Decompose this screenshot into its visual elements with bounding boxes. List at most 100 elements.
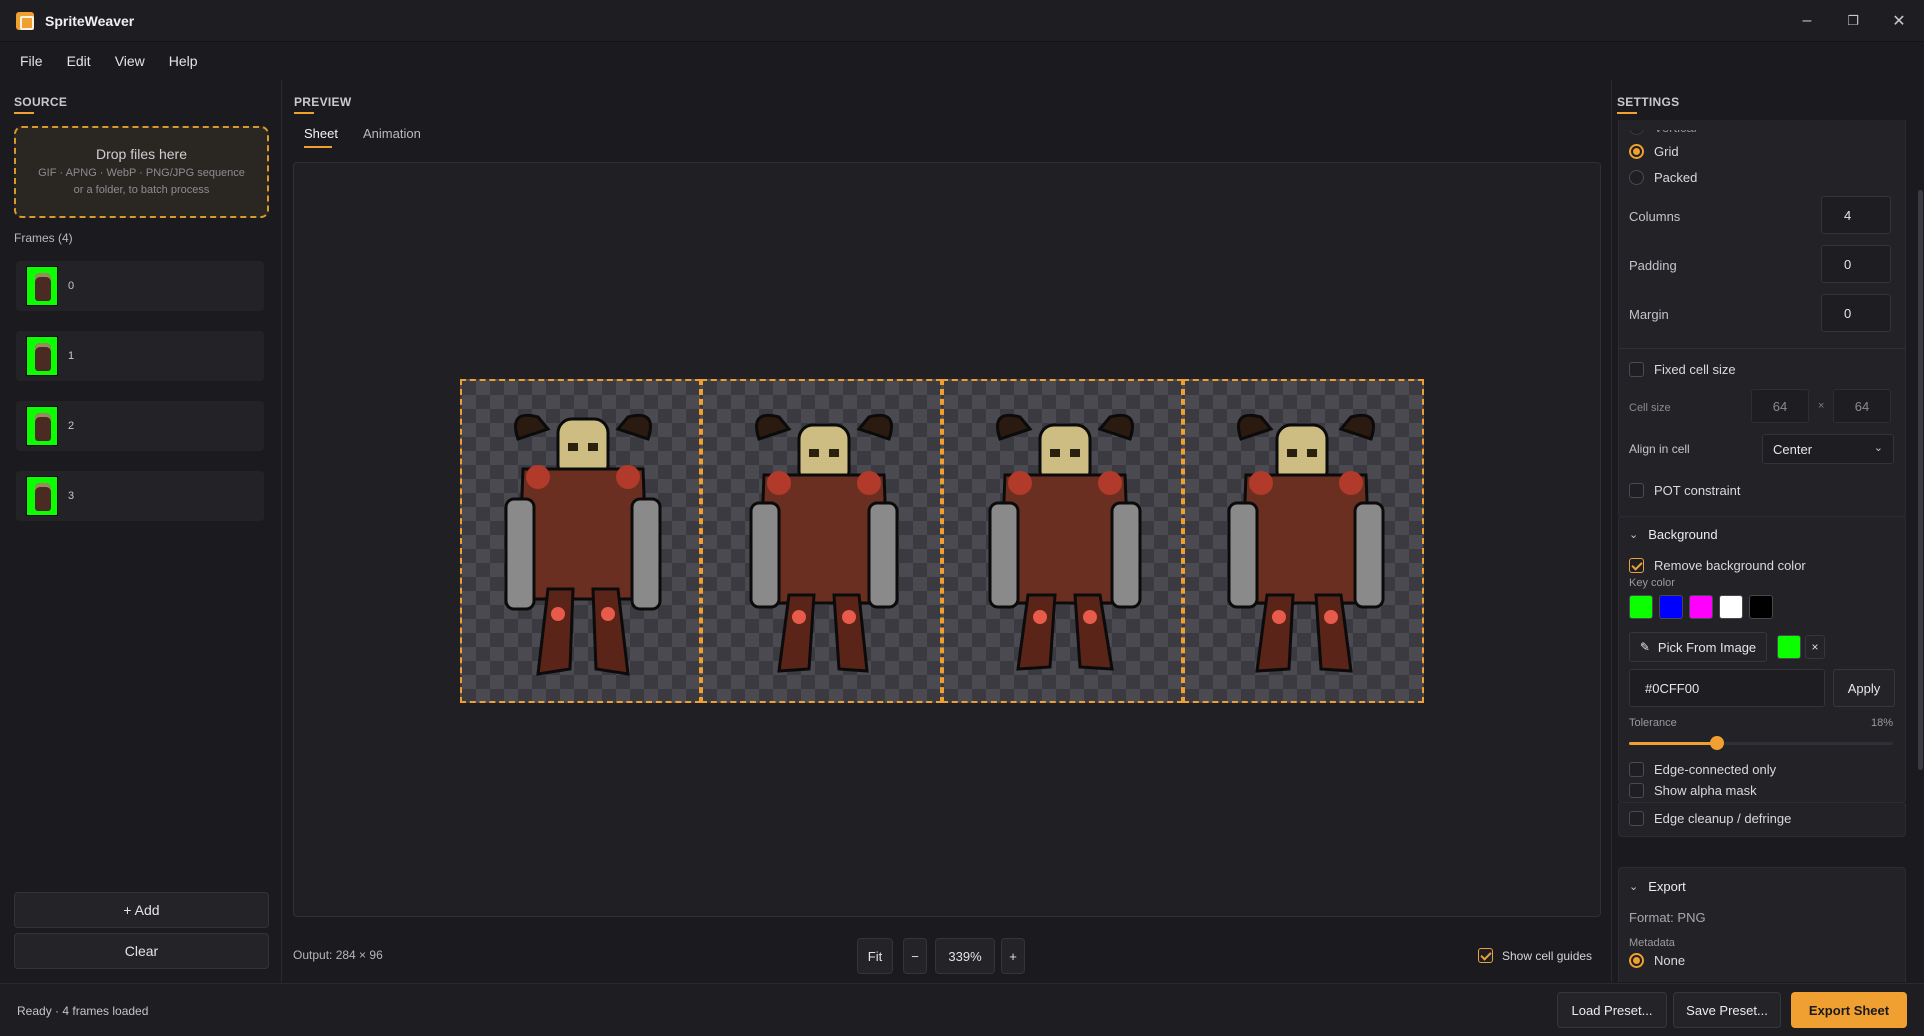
export-title: Export <box>1648 879 1686 894</box>
source-panel: SOURCE Drop files here GIF · APNG · WebP… <box>0 80 282 982</box>
background-title: Background <box>1648 527 1718 542</box>
align-in-cell-select[interactable]: Center ⌄ <box>1762 434 1894 464</box>
remove-background-toggle[interactable]: Remove background color <box>1629 558 1806 573</box>
save-preset-button[interactable]: Save Preset... <box>1673 992 1781 1028</box>
zoom-out-button[interactable]: − <box>903 938 927 974</box>
preview-canvas[interactable] <box>293 162 1601 917</box>
sprite-frame-image <box>504 413 662 676</box>
radio-icon[interactable] <box>1629 130 1644 135</box>
show-cell-guides-toggle[interactable]: Show cell guides <box>1478 948 1592 963</box>
layout-option-packed[interactable]: Packed <box>1629 170 1697 185</box>
tab-sheet[interactable]: Sheet <box>304 126 338 141</box>
app-logo-icon <box>16 11 34 30</box>
background-header[interactable]: ⌄ Background <box>1629 527 1718 542</box>
settings-panel: SETTINGS Vertical Grid Packed Columns 4 … <box>1611 80 1924 982</box>
chevron-down-icon: ⌄ <box>1629 881 1639 893</box>
show-cell-guides-label: Show cell guides <box>1502 948 1593 963</box>
frame-thumbnail <box>26 336 58 376</box>
layout-option-vertical[interactable]: Vertical <box>1629 120 1697 135</box>
preview-title-underline <box>294 112 314 114</box>
clear-key-color-button[interactable]: × <box>1805 635 1825 659</box>
settings-title-underline <box>1617 112 1637 114</box>
margin-label: Margin <box>1629 307 1669 322</box>
frame-item[interactable]: 1 <box>16 331 264 381</box>
cell-width-input[interactable]: 64 <box>1751 389 1809 423</box>
columns-input[interactable]: 4 <box>1821 196 1891 234</box>
chevron-down-icon: ⌄ <box>1629 529 1639 541</box>
tolerance-slider-fill <box>1629 742 1717 745</box>
frame-item[interactable]: 0 <box>16 261 264 311</box>
margin-input[interactable]: 0 <box>1821 294 1891 332</box>
swatch-green[interactable] <box>1629 595 1653 619</box>
radio-icon[interactable] <box>1629 170 1644 185</box>
settings-scrollbar[interactable] <box>1918 190 1923 770</box>
checkbox-icon[interactable] <box>1629 783 1644 798</box>
swatch-magenta[interactable] <box>1689 595 1713 619</box>
swatch-black[interactable] <box>1749 595 1773 619</box>
layout-option-label: Vertical <box>1654 120 1697 135</box>
checkbox-icon[interactable] <box>1478 948 1493 963</box>
checkbox-icon[interactable] <box>1629 483 1644 498</box>
layout-option-label: Grid <box>1654 144 1679 159</box>
drop-zone[interactable]: Drop files here GIF · APNG · WebP · PNG/… <box>14 126 269 218</box>
show-alpha-mask-toggle[interactable]: Show alpha mask <box>1629 783 1757 798</box>
remove-background-label: Remove background color <box>1654 558 1806 573</box>
maximize-button[interactable]: ❐ <box>1830 0 1876 42</box>
align-value: Center <box>1773 442 1813 457</box>
source-title: SOURCE <box>14 95 68 109</box>
edge-connected-toggle[interactable]: Edge-connected only <box>1629 762 1776 777</box>
radio-icon[interactable] <box>1629 953 1644 968</box>
sprite-cell <box>460 379 701 703</box>
tab-animation[interactable]: Animation <box>363 126 421 141</box>
apply-button[interactable]: Apply <box>1833 669 1895 707</box>
background-section: ⌄ Background Remove background color Key… <box>1618 516 1906 803</box>
frame-item[interactable]: 2 <box>16 401 264 451</box>
menu-file[interactable]: File <box>10 47 53 75</box>
load-preset-button[interactable]: Load Preset... <box>1557 992 1667 1028</box>
frame-label: 0 <box>68 280 75 292</box>
swatch-white[interactable] <box>1719 595 1743 619</box>
metadata-option-none[interactable]: None <box>1629 953 1685 968</box>
clear-button[interactable]: Clear <box>14 933 269 969</box>
drop-title: Drop files here <box>95 146 188 162</box>
padding-label: Padding <box>1629 258 1677 273</box>
cell-height-input[interactable]: 64 <box>1833 389 1891 423</box>
menu-view[interactable]: View <box>105 47 155 75</box>
defringe-toggle[interactable]: Edge cleanup / defringe <box>1629 811 1791 826</box>
fit-button[interactable]: Fit <box>857 938 893 974</box>
fixed-cell-size-toggle[interactable]: Fixed cell size <box>1629 362 1736 377</box>
frame-item[interactable]: 3 <box>16 471 264 521</box>
metadata-label: Metadata <box>1629 937 1675 949</box>
close-button[interactable]: ✕ <box>1876 0 1922 42</box>
layout-option-grid[interactable]: Grid <box>1629 144 1679 159</box>
tolerance-slider[interactable] <box>1629 736 1893 750</box>
radio-icon[interactable] <box>1629 144 1644 159</box>
divider <box>1619 348 1905 349</box>
frame-label: 1 <box>68 350 75 362</box>
hex-color-input[interactable]: #0CFF00 <box>1629 669 1825 707</box>
minimize-button[interactable]: – <box>1784 0 1830 42</box>
checkbox-icon[interactable] <box>1629 762 1644 777</box>
menu-bar: File Edit View Help <box>0 42 1924 80</box>
export-sheet-button[interactable]: Export Sheet <box>1791 992 1907 1028</box>
pot-constraint-toggle[interactable]: POT constraint <box>1629 483 1740 498</box>
export-header[interactable]: ⌄ Export <box>1629 879 1686 894</box>
tab-sheet-underline <box>304 146 332 148</box>
swatch-blue[interactable] <box>1659 595 1683 619</box>
frame-thumbnail <box>26 476 58 516</box>
zoom-level[interactable]: 339% <box>935 938 995 974</box>
menu-help[interactable]: Help <box>159 47 208 75</box>
checkbox-icon[interactable] <box>1629 811 1644 826</box>
menu-edit[interactable]: Edit <box>57 47 101 75</box>
key-color-label: Key color <box>1629 577 1675 589</box>
cell-size-label: Cell size <box>1629 402 1671 414</box>
pick-from-image-button[interactable]: ✎ Pick From Image <box>1629 632 1767 662</box>
checkbox-icon[interactable] <box>1629 558 1644 573</box>
padding-input[interactable]: 0 <box>1821 245 1891 283</box>
fixed-cell-size-label: Fixed cell size <box>1654 362 1736 377</box>
tolerance-slider-thumb[interactable] <box>1709 736 1724 750</box>
checkbox-icon[interactable] <box>1629 362 1644 377</box>
frames-count-label: Frames (4) <box>14 231 73 245</box>
add-button[interactable]: + Add <box>14 892 269 928</box>
zoom-in-button[interactable]: + <box>1001 938 1025 974</box>
